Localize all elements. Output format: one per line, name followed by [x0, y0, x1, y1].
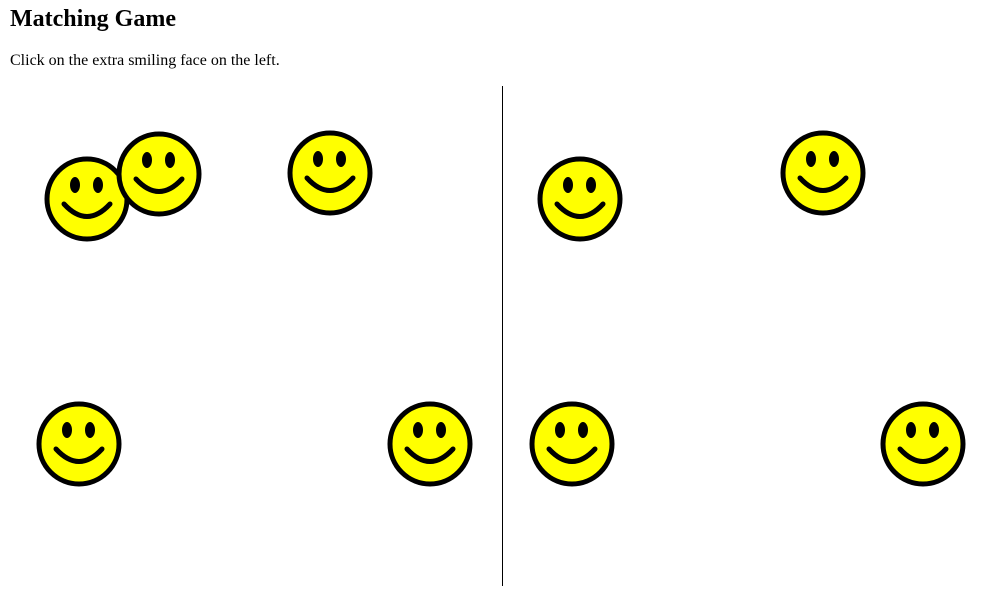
- smiley-face-icon[interactable]: [34, 399, 124, 489]
- smiley-face-icon: [535, 154, 625, 244]
- smiley-face-icon: [527, 399, 617, 489]
- left-board: [2, 86, 502, 586]
- smiley-face-icon[interactable]: [114, 129, 204, 219]
- smiley-face-icon: [878, 399, 968, 489]
- smiley-face-icon: [778, 128, 868, 218]
- right-board: [502, 86, 1001, 586]
- instructions: Click on the extra smiling face on the l…: [10, 52, 280, 69]
- smiley-face-icon[interactable]: [285, 128, 375, 218]
- page-title: Matching Game: [10, 6, 176, 32]
- smiley-face-icon[interactable]: [385, 399, 475, 489]
